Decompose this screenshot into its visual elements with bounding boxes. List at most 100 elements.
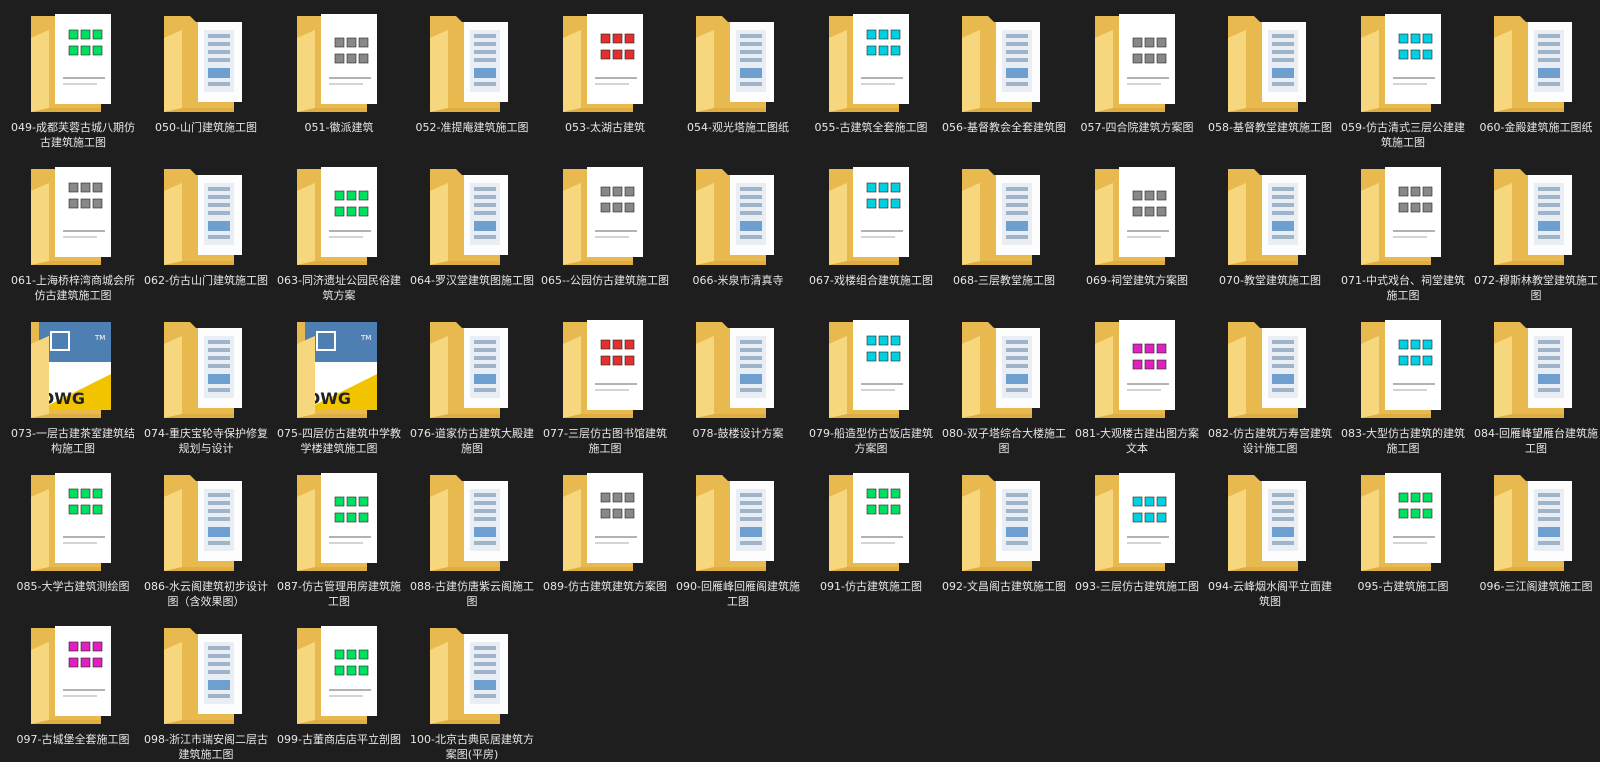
folder-item[interactable]: 080-双子塔综合大楼施工图 — [938, 312, 1070, 462]
folder-icon — [823, 314, 919, 422]
folder-item[interactable]: 057-四合院建筑方案图 — [1071, 6, 1203, 156]
folder-label: 091-仿古建筑施工图 — [820, 580, 922, 593]
folder-item[interactable]: 098-浙江市瑞安阁二层古建筑施工图 — [140, 618, 272, 762]
folder-label: 081-大观楼古建出图方案文本 — [1075, 427, 1199, 455]
folder-item[interactable]: 088-古建仿唐紫云阁施工图 — [406, 465, 538, 615]
folder-item[interactable]: 072-穆斯林教堂建筑施工图 — [1470, 159, 1600, 309]
folder-item[interactable]: 083-大型仿古建筑的建筑施工图 — [1337, 312, 1469, 462]
folder-label: 052-准提庵建筑施工图 — [415, 121, 529, 134]
folder-item[interactable]: DWG TM 073-一层古建茶室建筑结构施工图 — [7, 312, 139, 462]
folder-item[interactable]: 100-北京古典民居建筑方案图(平房) — [406, 618, 538, 762]
folder-icon — [557, 161, 653, 269]
folder-item[interactable]: 050-山门建筑施工图 — [140, 6, 272, 156]
folder-item[interactable]: 099-古董商店店平立剖图 — [273, 618, 405, 762]
folder-icon — [690, 314, 786, 422]
folder-item[interactable]: 054-观光塔施工图纸 — [672, 6, 804, 156]
folder-item[interactable]: 097-古城堡全套施工图 — [7, 618, 139, 762]
folder-item[interactable]: 076-道家仿古建筑大殿建施图 — [406, 312, 538, 462]
folder-item[interactable]: 059-仿古清式三层公建建筑施工图 — [1337, 6, 1469, 156]
folder-label: 086-水云阁建筑初步设计图（含效果图） — [144, 580, 268, 608]
folder-icon — [424, 161, 520, 269]
folder-item[interactable]: 096-三江阁建筑施工图 — [1470, 465, 1600, 615]
folder-item[interactable]: 056-基督教会全套建筑图 — [938, 6, 1070, 156]
folder-label: 099-古董商店店平立剖图 — [277, 733, 401, 746]
folder-label: 097-古城堡全套施工图 — [16, 733, 130, 746]
folder-icon — [1222, 314, 1318, 422]
folder-item[interactable]: 081-大观楼古建出图方案文本 — [1071, 312, 1203, 462]
folder-item[interactable]: 063-同济遗址公园民俗建筑方案 — [273, 159, 405, 309]
folder-item[interactable]: 055-古建筑全套施工图 — [805, 6, 937, 156]
folder-icon — [1089, 8, 1185, 116]
folder-item[interactable]: 085-大学古建筑测绘图 — [7, 465, 139, 615]
folder-icon — [956, 314, 1052, 422]
folder-item[interactable]: 094-云峰烟水阁平立面建筑图 — [1204, 465, 1336, 615]
folder-icon — [1222, 161, 1318, 269]
folder-item[interactable]: 061-上海桥梓湾商城会所仿古建筑施工图 — [7, 159, 139, 309]
folder-icon: DWG TM — [25, 314, 121, 422]
folder-icon — [1355, 8, 1451, 116]
folder-icon — [956, 467, 1052, 575]
folder-item[interactable]: 060-金殿建筑施工图纸 — [1470, 6, 1600, 156]
folder-item[interactable]: 052-准提庵建筑施工图 — [406, 6, 538, 156]
svg-text:TM: TM — [360, 334, 371, 342]
folder-item[interactable]: 095-古建筑施工图 — [1337, 465, 1469, 615]
folder-item[interactable]: 089-仿古建筑建筑方案图 — [539, 465, 671, 615]
folder-icon: DWG TM — [291, 314, 387, 422]
folder-icon — [1089, 161, 1185, 269]
folder-item[interactable]: 053-太湖古建筑 — [539, 6, 671, 156]
folder-item[interactable]: 077-三层仿古图书馆建筑施工图 — [539, 312, 671, 462]
folder-label: 080-双子塔综合大楼施工图 — [942, 427, 1066, 455]
folder-item[interactable]: 067-戏楼组合建筑施工图 — [805, 159, 937, 309]
folder-label: 085-大学古建筑测绘图 — [16, 580, 130, 593]
folder-icon — [1355, 467, 1451, 575]
folder-label: 092-文昌阁古建筑施工图 — [942, 580, 1066, 593]
folder-label: 094-云峰烟水阁平立面建筑图 — [1208, 580, 1332, 608]
folder-item[interactable]: 071-中式戏台、祠堂建筑施工图 — [1337, 159, 1469, 309]
folder-label: 073-一层古建茶室建筑结构施工图 — [11, 427, 135, 455]
folder-item[interactable]: 064-罗汉堂建筑图施工图 — [406, 159, 538, 309]
folder-item[interactable]: 092-文昌阁古建筑施工图 — [938, 465, 1070, 615]
folder-item[interactable]: 066-米泉市清真寺 — [672, 159, 804, 309]
folder-icon — [158, 467, 254, 575]
folder-label: 072-穆斯林教堂建筑施工图 — [1474, 274, 1598, 302]
folder-icon — [158, 8, 254, 116]
folder-item[interactable]: 091-仿古建筑施工图 — [805, 465, 937, 615]
folder-label: 082-仿古建筑万寿宫建筑设计施工图 — [1208, 427, 1332, 455]
folder-item[interactable]: 051-徽派建筑 — [273, 6, 405, 156]
folder-icon — [1089, 467, 1185, 575]
folder-item[interactable]: 074-重庆宝轮寺保护修复规划与设计 — [140, 312, 272, 462]
folder-item[interactable]: 049-成都芙蓉古城八期仿古建筑施工图 — [7, 6, 139, 156]
folder-label: 049-成都芙蓉古城八期仿古建筑施工图 — [11, 121, 135, 149]
folder-label: 065--公园仿古建筑施工图 — [541, 274, 669, 287]
folder-icon — [1089, 314, 1185, 422]
folder-icon — [291, 620, 387, 728]
folder-item[interactable]: 087-仿古管理用房建筑施工图 — [273, 465, 405, 615]
folder-icon — [424, 314, 520, 422]
folder-item[interactable]: 086-水云阁建筑初步设计图（含效果图） — [140, 465, 272, 615]
folder-label: 096-三江阁建筑施工图 — [1479, 580, 1593, 593]
folder-icon — [1355, 161, 1451, 269]
folder-item[interactable]: 078-鼓楼设计方案 — [672, 312, 804, 462]
folder-label: 055-古建筑全套施工图 — [814, 121, 928, 134]
folder-grid: 049-成都芙蓉古城八期仿古建筑施工图 050-山门建筑施工图 051-徽派建筑 — [0, 0, 1600, 762]
folder-item[interactable]: 068-三层教堂施工图 — [938, 159, 1070, 309]
folder-item[interactable]: 082-仿古建筑万寿宫建筑设计施工图 — [1204, 312, 1336, 462]
folder-item[interactable]: 070-教堂建筑施工图 — [1204, 159, 1336, 309]
folder-label: 064-罗汉堂建筑图施工图 — [410, 274, 534, 287]
folder-label: 100-北京古典民居建筑方案图(平房) — [410, 733, 534, 761]
folder-item[interactable]: 090-回雁峰回雁阁建筑施工图 — [672, 465, 804, 615]
folder-icon — [823, 161, 919, 269]
folder-label: 057-四合院建筑方案图 — [1080, 121, 1194, 134]
folder-item[interactable]: 079-船造型仿古饭店建筑方案图 — [805, 312, 937, 462]
folder-label: 069-祠堂建筑方案图 — [1086, 274, 1188, 287]
folder-label: 070-教堂建筑施工图 — [1219, 274, 1321, 287]
folder-item[interactable]: 084-回雁峰望雁台建筑施工图 — [1470, 312, 1600, 462]
folder-item[interactable]: 058-基督教堂建筑施工图 — [1204, 6, 1336, 156]
folder-icon — [424, 467, 520, 575]
folder-item[interactable]: DWG TM 075-四层仿古建筑中学教学楼建筑施工图 — [273, 312, 405, 462]
folder-icon — [1222, 467, 1318, 575]
folder-item[interactable]: 069-祠堂建筑方案图 — [1071, 159, 1203, 309]
folder-item[interactable]: 062-仿古山门建筑施工图 — [140, 159, 272, 309]
folder-item[interactable]: 093-三层仿古建筑施工图 — [1071, 465, 1203, 615]
folder-item[interactable]: 065--公园仿古建筑施工图 — [539, 159, 671, 309]
